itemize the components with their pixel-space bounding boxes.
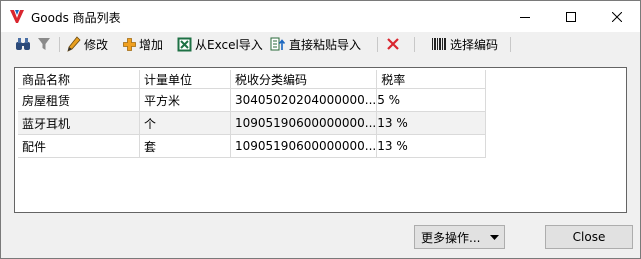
filter-icon: [38, 38, 50, 50]
delete-x-icon: [387, 38, 399, 50]
title-bar: Goods 商品列表: [1, 1, 640, 32]
pencil-icon: [67, 36, 81, 52]
cell-name[interactable]: 房屋租赁: [18, 88, 140, 112]
close-button[interactable]: Close: [545, 225, 633, 249]
column-header-tax-code[interactable]: 税收分类编码: [230, 70, 378, 89]
goods-window: Goods 商品列表 修改 增加 从Excel导入 直接粘贴导入 选择编码 商品…: [0, 0, 641, 259]
toolbar-separator: [510, 37, 511, 52]
more-actions-button[interactable]: 更多操作...: [414, 225, 505, 249]
header-row: 商品名称 计量单位 税收分类编码 税率: [18, 70, 487, 89]
cell-name[interactable]: 配件: [18, 134, 140, 158]
binoculars-icon: [16, 38, 30, 50]
toolbar-separator: [59, 37, 60, 52]
paste-import-button[interactable]: 直接粘贴导入: [270, 34, 361, 54]
table-row[interactable]: 房屋租赁 平方米 30405020204000000... 5 %: [18, 88, 487, 112]
more-actions-label: 更多操作...: [421, 230, 481, 245]
column-header-unit[interactable]: 计量单位: [139, 70, 231, 89]
cell-tax-code[interactable]: 10905190600000000...: [230, 134, 378, 158]
close-icon: [612, 11, 622, 22]
edit-label: 修改: [84, 37, 109, 52]
maximize-button[interactable]: [548, 1, 594, 32]
excel-icon: [177, 37, 192, 51]
window-title: Goods 商品列表: [31, 11, 121, 25]
paste-import-label: 直接粘贴导入: [289, 37, 362, 52]
filter-button[interactable]: [37, 34, 51, 54]
toolbar-separator: [377, 37, 378, 52]
goods-table: 商品名称 计量单位 税收分类编码 税率 房屋租赁 平方米 30405020204…: [18, 70, 487, 158]
cell-unit[interactable]: 套: [139, 134, 231, 158]
edit-button[interactable]: 修改: [67, 34, 108, 54]
cell-tax-code[interactable]: 30405020204000000...: [230, 88, 378, 112]
maximize-icon: [566, 11, 576, 22]
cell-name[interactable]: 蓝牙耳机: [18, 111, 140, 135]
toolbar: 修改 增加 从Excel导入 直接粘贴导入 选择编码: [1, 32, 640, 56]
minimize-icon: [520, 16, 530, 18]
select-code-label: 选择编码: [450, 37, 499, 52]
table-row[interactable]: 配件 套 10905190600000000... 13 %: [18, 134, 487, 158]
import-excel-label: 从Excel导入: [195, 37, 263, 52]
select-code-button[interactable]: 选择编码: [431, 34, 498, 54]
app-logo-icon: [10, 10, 24, 23]
add-button[interactable]: 增加: [123, 34, 163, 54]
import-excel-button[interactable]: 从Excel导入: [177, 34, 263, 54]
column-header-name[interactable]: 商品名称: [18, 70, 140, 89]
dropdown-arrow-icon: [490, 235, 499, 240]
column-header-tax-rate[interactable]: 税率: [376, 70, 487, 89]
cell-tax-rate[interactable]: 5 %: [376, 88, 487, 112]
close-button-label: Close: [572, 230, 606, 244]
cell-tax-rate[interactable]: 13 %: [376, 111, 487, 135]
barcode-icon: [432, 38, 446, 50]
find-button[interactable]: [15, 34, 31, 54]
minimize-button[interactable]: [502, 1, 548, 32]
delete-button[interactable]: [386, 34, 400, 54]
cell-unit[interactable]: 个: [139, 111, 231, 135]
cell-tax-code[interactable]: 10905190600000000...: [230, 111, 378, 135]
toolbar-separator: [414, 37, 415, 52]
plus-icon: [123, 37, 136, 51]
cell-unit[interactable]: 平方米: [139, 88, 231, 112]
table-row[interactable]: 蓝牙耳机 个 10905190600000000... 13 %: [18, 111, 487, 135]
cell-tax-rate[interactable]: 13 %: [376, 134, 487, 158]
paste-import-icon: [270, 37, 286, 51]
window-close-button[interactable]: [594, 1, 640, 32]
add-label: 增加: [139, 37, 164, 52]
goods-grid[interactable]: 商品名称 计量单位 税收分类编码 税率 房屋租赁 平方米 30405020204…: [14, 67, 627, 213]
